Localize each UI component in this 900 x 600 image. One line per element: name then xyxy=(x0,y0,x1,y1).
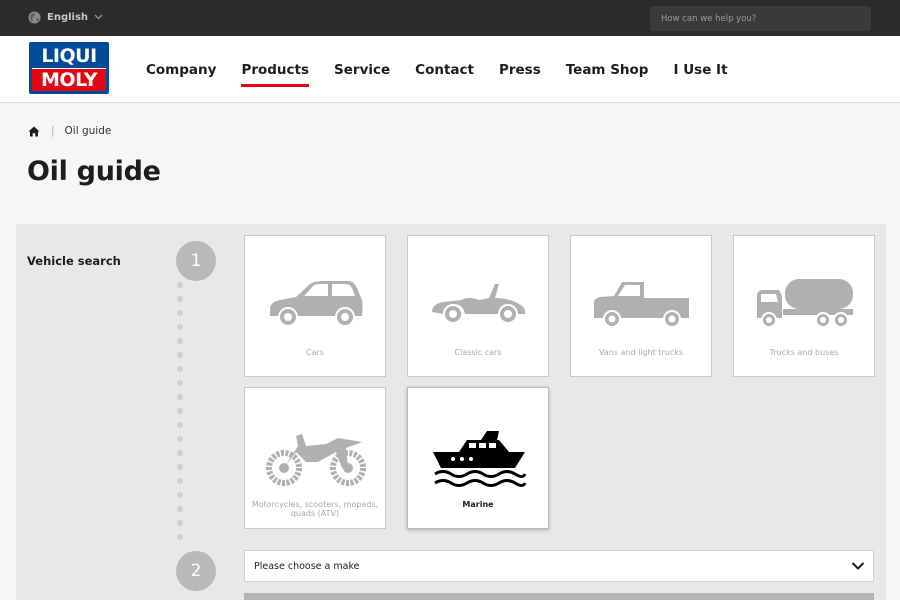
chevron-down-icon xyxy=(94,14,103,20)
tanker-truck-icon xyxy=(757,279,853,328)
category-tile-trucks[interactable]: Trucks and buses xyxy=(733,235,875,377)
step-connector-dot xyxy=(177,464,183,470)
motorcycle-icon xyxy=(266,434,366,486)
step-connector-dot xyxy=(177,478,183,484)
step-connector-dot xyxy=(177,296,183,302)
make-select[interactable]: Please choose a make xyxy=(244,550,874,582)
category-tile-marine[interactable]: Marine xyxy=(407,387,549,529)
step-connector-dot xyxy=(177,492,183,498)
category-label: Cars xyxy=(306,348,324,357)
search-input[interactable] xyxy=(650,6,871,31)
step-connector-dot xyxy=(177,450,183,456)
car-icon xyxy=(270,281,363,327)
nav-team-shop[interactable]: Team Shop xyxy=(566,62,649,78)
step-connector-dot xyxy=(177,534,183,540)
home-icon[interactable] xyxy=(28,126,40,137)
pickup-truck-icon xyxy=(594,282,689,328)
nav-company[interactable]: Company xyxy=(146,62,216,78)
category-tile-classic-cars[interactable]: Classic cars xyxy=(407,235,549,377)
step-connector-dot xyxy=(177,520,183,526)
main-nav: Company Products Service Contact Press T… xyxy=(146,36,753,103)
step-2-indicator: 2 xyxy=(176,551,216,591)
category-tile-cars[interactable]: Cars xyxy=(244,235,386,377)
step-connector-dot xyxy=(177,310,183,316)
step-connector-dot xyxy=(177,338,183,344)
step-connector-dot xyxy=(177,352,183,358)
logo-line-1: LIQUI xyxy=(32,45,106,68)
category-tile-vans[interactable]: Vans and light trucks xyxy=(570,235,712,377)
vehicle-search-label: Vehicle search xyxy=(27,254,121,268)
category-label: Marine xyxy=(462,500,494,509)
step-connector-dot xyxy=(177,436,183,442)
make-select-placeholder: Please choose a make xyxy=(254,561,360,572)
language-selector[interactable]: English xyxy=(28,8,103,26)
main-header: LIQUI MOLY Company Products Service Cont… xyxy=(0,36,900,103)
step-connector-dot xyxy=(177,282,183,288)
step-connector-dot xyxy=(177,380,183,386)
top-bar: English xyxy=(0,0,900,36)
category-label: Motorcycles, scooters, mopeds, quads (AT… xyxy=(251,500,379,518)
globe-icon xyxy=(28,10,41,24)
classic-car-icon xyxy=(432,284,526,324)
boat-icon xyxy=(433,431,527,487)
category-label: Vans and light trucks xyxy=(598,348,684,357)
liqui-moly-logo[interactable]: LIQUI MOLY xyxy=(29,42,109,94)
nav-press[interactable]: Press xyxy=(499,62,541,78)
breadcrumb: | Oil guide xyxy=(28,125,111,137)
category-label: Classic cars xyxy=(454,348,502,357)
step-connector-dot xyxy=(177,394,183,400)
step-connector-dot xyxy=(177,366,183,372)
chevron-down-icon xyxy=(851,562,865,570)
page-title: Oil guide xyxy=(27,156,161,187)
language-label: English xyxy=(47,11,89,23)
logo-line-2: MOLY xyxy=(32,68,106,91)
nav-service[interactable]: Service xyxy=(334,62,390,78)
step-1-indicator: 1 xyxy=(176,241,216,281)
step-connector-dot xyxy=(177,324,183,330)
nav-products[interactable]: Products xyxy=(241,62,309,87)
step-connector-dot xyxy=(177,422,183,428)
category-label: Trucks and buses xyxy=(769,348,839,357)
model-select-collapsed[interactable] xyxy=(244,593,874,600)
breadcrumb-separator: | xyxy=(51,125,55,137)
category-tile-motorcycles[interactable]: Motorcycles, scooters, mopeds, quads (AT… xyxy=(244,387,386,529)
breadcrumb-current: Oil guide xyxy=(64,125,112,137)
step-connector-dot xyxy=(177,408,183,414)
nav-contact[interactable]: Contact xyxy=(415,62,474,78)
nav-i-use-it[interactable]: I Use It xyxy=(673,62,727,78)
step-connector-dot xyxy=(177,506,183,512)
